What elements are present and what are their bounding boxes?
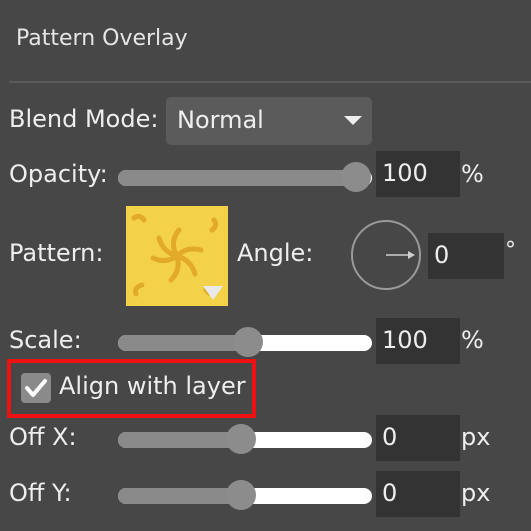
scale-unit: % [461, 326, 484, 354]
pattern-dropdown-icon[interactable] [203, 286, 223, 300]
off-y-slider-knob[interactable] [226, 480, 256, 510]
blend-mode-label: Blend Mode: [9, 105, 159, 133]
off-y-label: Off Y: [9, 479, 72, 507]
scale-label: Scale: [9, 326, 82, 354]
opacity-slider-fill [118, 170, 356, 186]
angle-input[interactable]: 0 [428, 233, 504, 279]
angle-arrow-icon [386, 251, 415, 259]
scale-slider[interactable] [118, 327, 372, 357]
align-checkbox[interactable] [21, 373, 51, 403]
angle-dial[interactable] [351, 220, 421, 290]
angle-label: Angle: [237, 239, 314, 267]
blend-mode-value: Normal [177, 106, 264, 134]
off-x-label: Off X: [9, 423, 77, 451]
off-x-unit: px [461, 423, 491, 451]
angle-unit: ° [505, 238, 516, 263]
align-label[interactable]: Align with layer [59, 372, 246, 400]
off-y-slider[interactable] [118, 480, 372, 510]
off-x-slider[interactable] [118, 424, 372, 454]
opacity-unit: % [461, 160, 484, 188]
off-y-slider-fill [118, 488, 241, 504]
opacity-slider[interactable] [118, 162, 372, 192]
opacity-label: Opacity: [9, 160, 108, 188]
opacity-input[interactable]: 100 [376, 151, 460, 197]
scale-slider-fill [118, 335, 248, 351]
off-x-input[interactable]: 0 [376, 415, 460, 461]
scale-input[interactable]: 100 [376, 318, 460, 364]
opacity-slider-knob[interactable] [341, 162, 371, 192]
blend-mode-select[interactable]: Normal [166, 97, 372, 145]
off-y-unit: px [461, 479, 491, 507]
panel-title: Pattern Overlay [16, 26, 188, 51]
checkmark-icon [25, 379, 47, 397]
pattern-swatch[interactable] [126, 206, 228, 306]
title-divider [9, 81, 531, 83]
chevron-down-icon [344, 116, 362, 125]
off-y-input[interactable]: 0 [376, 471, 460, 517]
off-x-slider-fill [118, 432, 241, 448]
off-x-slider-knob[interactable] [226, 424, 256, 454]
scale-slider-knob[interactable] [232, 327, 263, 357]
pattern-label: Pattern: [9, 239, 104, 267]
